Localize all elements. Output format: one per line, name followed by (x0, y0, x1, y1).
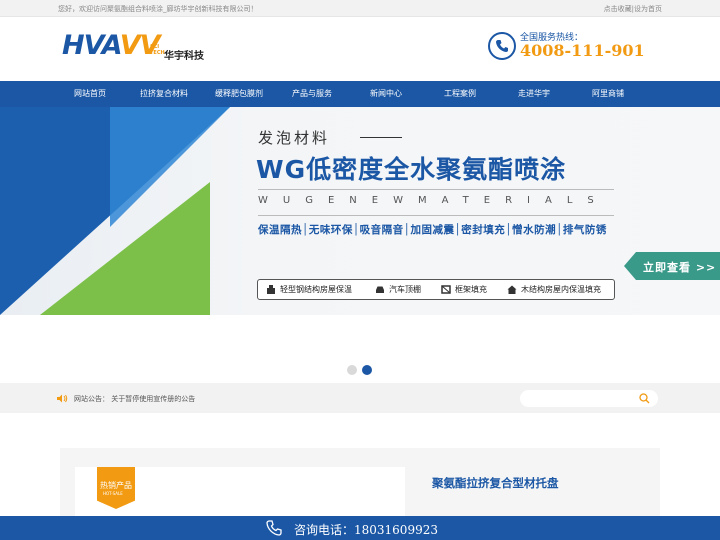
speaker-icon (57, 394, 68, 403)
logo-sci-tech: SCI TECH (150, 44, 165, 56)
nav-item-news[interactable]: 新闻中心 (354, 81, 418, 107)
notice-bar: 网站公告： 关于暂停使用宣传册的公告 (0, 383, 720, 413)
phone-icon (266, 520, 282, 536)
logo[interactable]: HVAVV SCI TECH 华宇科技 (62, 30, 212, 66)
banner-divider-top (258, 189, 614, 190)
favorite-link[interactable]: 点击收藏|设为首页 (604, 4, 662, 14)
search-input[interactable] (520, 390, 658, 407)
hot-sale-badge: 热销产品 HOT-SALE (97, 467, 135, 509)
consult-phone: 咨询电话：18031609923 (294, 523, 438, 537)
hotline-number[interactable]: 4008-111-901 (520, 41, 645, 60)
notice-text[interactable]: 网站公告： 关于暂停使用宣传册的公告 (74, 394, 195, 404)
hot-product-section: 热销产品 HOT-SALE 聚氨酯拉挤复合型材托盘 (60, 448, 660, 527)
banner-subtitle: 发泡材料 (258, 129, 331, 147)
hot-sale-cn: 热销产品 (100, 481, 132, 490)
carousel-dot-1[interactable] (347, 365, 357, 375)
main-nav: 网站首页 拉挤复合材料 缓释肥包膜剂 产品与服务 新闻中心 工程案例 走进华宇 … (0, 81, 720, 107)
header: HVAVV SCI TECH 华宇科技 全国服务热线： 4008-111-901 (0, 17, 720, 81)
banner-shape-green (40, 182, 210, 315)
building-icon (267, 285, 275, 294)
view-now-button[interactable]: 立即查看 >> (624, 252, 720, 280)
banner-title: WG低密度全水聚氨酯喷涂 (256, 155, 567, 184)
house-icon (507, 285, 517, 294)
banner-features: 保温隔热│无味环保│吸音隔音│加固减震│密封填充│憎水防潮│排气防锈 (258, 224, 607, 236)
app-item-steel-house: 轻型钢结构房屋保温 (280, 285, 352, 294)
app-item-wood-house: 木结构房屋内保温填充 (521, 285, 601, 294)
banner-divider-bottom (258, 215, 614, 216)
app-item-car-roof: 汽车顶棚 (389, 285, 421, 294)
consult-bar[interactable]: 咨询电话：18031609923 (0, 516, 720, 540)
nav-item-about[interactable]: 走进华宇 (502, 81, 566, 107)
nav-item-pultrusion[interactable]: 拉挤复合材料 (130, 81, 198, 107)
product-name[interactable]: 聚氨酯拉挤复合型材托盘 (432, 475, 559, 491)
banner-english: WUGENEWMATERIALS (258, 195, 609, 206)
car-icon (376, 286, 384, 293)
hot-sale-en: HOT-SALE (103, 491, 123, 496)
welcome-text: 您好，欢迎访问聚氨酯组合料喷涂_廊坊华宇创新科技有限公司！ (58, 5, 258, 13)
nav-item-cases[interactable]: 工程案例 (428, 81, 492, 107)
hotline: 全国服务热线： 4008-111-901 (488, 29, 648, 69)
nav-item-home[interactable]: 网站首页 (58, 81, 122, 107)
nav-item-products[interactable]: 产品与服务 (280, 81, 344, 107)
frame-icon (441, 285, 451, 294)
app-item-frame-fill: 框架填充 (455, 285, 487, 294)
hero-banner[interactable]: 发泡材料 WG低密度全水聚氨酯喷涂 WUGENEWMATERIALS 保温隔热│… (0, 107, 720, 315)
phone-icon (488, 32, 516, 60)
nav-item-fertilizer[interactable]: 缓释肥包膜剂 (205, 81, 273, 107)
carousel-dot-2[interactable] (362, 365, 372, 375)
top-bar: 您好，欢迎访问聚氨酯组合料喷涂_廊坊华宇创新科技有限公司！ 点击收藏|设为首页 (0, 0, 720, 17)
banner-subtitle-rule (360, 137, 402, 138)
banner-applications: 轻型钢结构房屋保温 汽车顶棚 框架填充 木结构房屋内保温填充 (257, 279, 615, 300)
view-now-label: 立即查看 >> (643, 261, 717, 274)
logo-wordmark: HVAVV (62, 30, 161, 61)
search-icon[interactable] (639, 393, 650, 404)
nav-item-alibaba[interactable]: 阿里商铺 (576, 81, 640, 107)
logo-cn-name: 华宇科技 (164, 51, 204, 62)
